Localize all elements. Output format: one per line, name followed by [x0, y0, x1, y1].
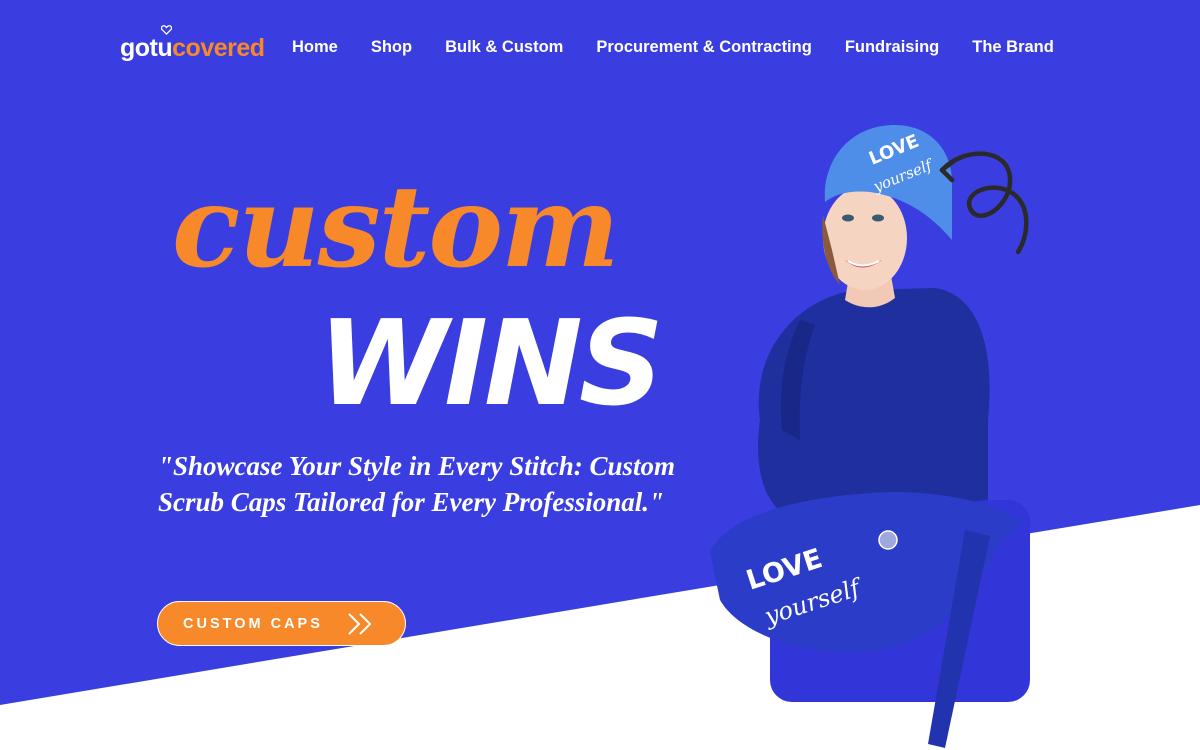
double-chevron-right-icon: [348, 613, 371, 635]
nav-home[interactable]: Home: [292, 38, 338, 57]
curly-arrow-icon: [939, 151, 1029, 255]
logo-got: got: [120, 34, 158, 62]
nav-fundraising[interactable]: Fundraising: [845, 38, 939, 57]
nav-shop[interactable]: Shop: [371, 38, 412, 57]
main-menu: Home Shop Bulk & Custom Procurement & Co…: [292, 38, 1054, 57]
nav-bulk-custom[interactable]: Bulk & Custom: [445, 38, 563, 57]
site-logo[interactable]: got ucovered: [120, 25, 265, 63]
headline-bold: WINS: [318, 294, 664, 432]
logo-covered: covered: [172, 34, 265, 62]
nav-the-brand[interactable]: The Brand: [972, 38, 1054, 57]
top-navigation: got ucovered Home Shop Bulk & Custom Proc…: [0, 0, 1200, 98]
logo-u: u: [157, 25, 173, 62]
hero-tagline: "Showcase Your Style in Every Stitch: Cu…: [158, 451, 676, 517]
custom-caps-button[interactable]: CUSTOM CAPS: [157, 601, 406, 646]
heart-icon: [161, 25, 173, 35]
nav-procurement-contracting[interactable]: Procurement & Contracting: [596, 38, 811, 57]
headline-script: custom: [172, 162, 620, 293]
hero-section: LOVE yourself LOVE yourself got ucovered …: [0, 0, 1200, 750]
cta-label: CUSTOM CAPS: [183, 615, 323, 632]
logo-u-letter: u: [157, 34, 173, 62]
